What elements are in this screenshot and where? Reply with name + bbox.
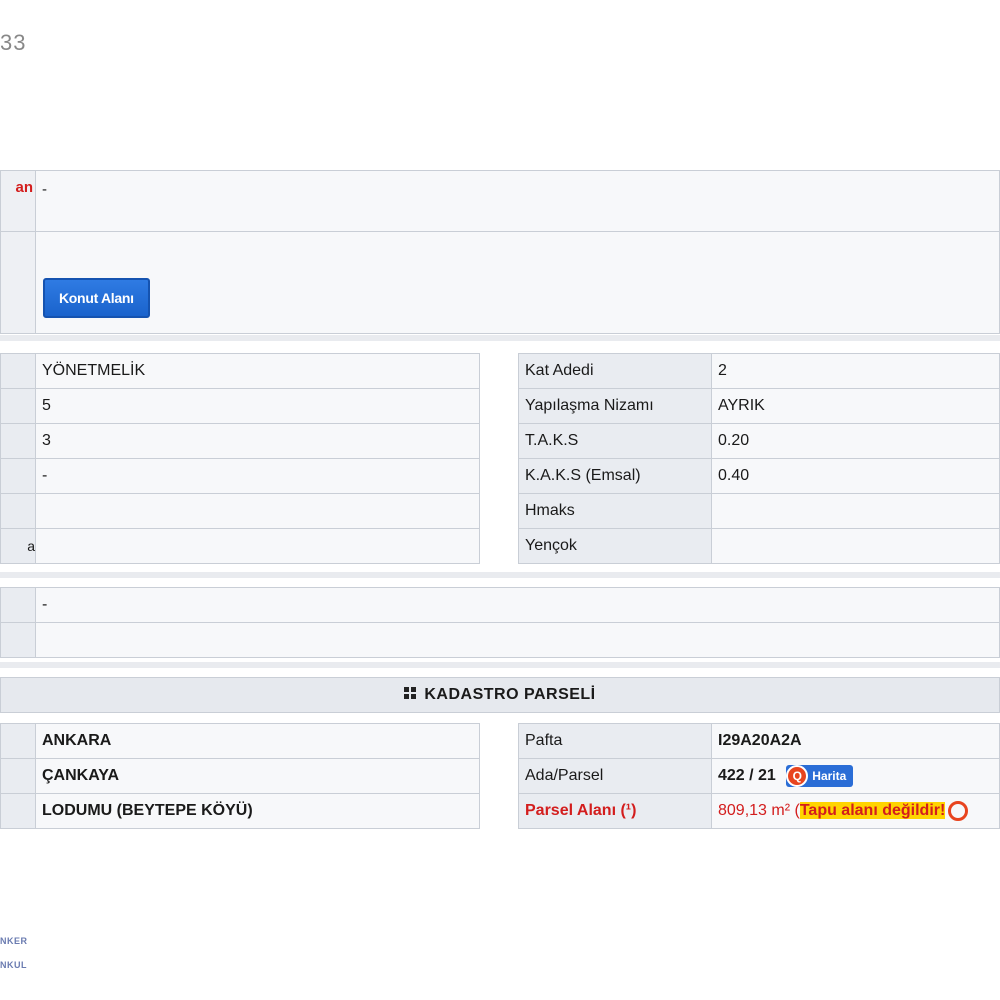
grid-icon: [404, 687, 417, 700]
notes-table: -: [0, 587, 1000, 658]
tapu-warning-badge: Tapu alanı değildir!: [799, 802, 946, 820]
zoning-value: -: [35, 458, 480, 494]
parsel-alani-cell: 809,13 m² (Tapu alanı değildir!: [711, 793, 1000, 829]
kaks-value: 0.40: [711, 458, 1000, 494]
table-row: T.A.K.S 0.20: [518, 423, 1000, 459]
table-row: ÇANKAYA: [0, 758, 480, 794]
zoning-value: [35, 528, 480, 564]
pafta-value: I29A20A2A: [711, 723, 1000, 759]
pafta-label: Pafta: [518, 723, 712, 759]
parsel-alani-value: 809,13 m²: [718, 802, 791, 820]
kaks-label: K.A.K.S (Emsal): [518, 458, 712, 494]
plan-label-partial: an: [15, 179, 33, 196]
konut-alani-button[interactable]: Konut Alanı: [43, 278, 150, 318]
taks-label: T.A.K.S: [518, 423, 712, 459]
table-row: Hmaks: [518, 493, 1000, 529]
zoning-value: [35, 493, 480, 529]
ada-parsel-cell: 422 / 21 Q Harita: [711, 758, 1000, 794]
footer-line-1: NKER: [0, 936, 28, 946]
notes-value: -: [35, 587, 1000, 623]
mahalle-value: LODUMU (BEYTEPE KÖYÜ): [35, 793, 480, 829]
notes-value: [35, 622, 1000, 658]
taks-value: 0.20: [711, 423, 1000, 459]
table-row: 5: [0, 388, 480, 424]
page-number: 33: [0, 30, 27, 55]
zoning-right-table: Kat Adedi 2 Yapılaşma Nizamı AYRIK T.A.K.S…: [518, 353, 1000, 564]
il-value: ANKARA: [35, 723, 480, 759]
yencok-value: [711, 528, 1000, 564]
section-divider: [0, 335, 1000, 341]
footer-line-2: NKUL: [0, 960, 27, 970]
zoning-label-partial: a: [0, 528, 36, 564]
section-divider: [0, 662, 1000, 668]
kadastro-title: KADASTRO PARSELİ: [424, 686, 596, 703]
table-row: [0, 622, 1000, 658]
table-row: -: [0, 458, 480, 494]
kadastro-header: KADASTRO PARSELİ: [0, 677, 1000, 713]
kadastro-left-table: ANKARA ÇANKAYA LODUMU (BEYTEPE KÖYÜ): [0, 723, 480, 829]
plan-value-cell: -: [35, 170, 1000, 232]
table-row: ANKARA: [0, 723, 480, 759]
kadastro-right-table: Pafta I29A20A2A Ada/Parsel 422 / 21 Q Har…: [518, 723, 1000, 829]
table-row: Yençok: [518, 528, 1000, 564]
ada-parsel-label: Ada/Parsel: [518, 758, 712, 794]
zoning-value: 5: [35, 388, 480, 424]
table-row: Kat Adedi 2: [518, 353, 1000, 389]
kat-adedi-label: Kat Adedi: [518, 353, 712, 389]
ada-parsel-value: 422 / 21: [718, 767, 776, 785]
hmaks-value: [711, 493, 1000, 529]
zoning-left-table: YÖNETMELİK 5 3 - a: [0, 353, 480, 564]
harita-button[interactable]: Q Harita: [786, 765, 854, 787]
usage-value-cell: Konut Alanı: [35, 231, 1000, 334]
warning-icon[interactable]: [948, 801, 969, 821]
ilce-value: ÇANKAYA: [35, 758, 480, 794]
usage-label-cell: [0, 231, 36, 334]
yapilasma-nizami-label: Yapılaşma Nizamı: [518, 388, 712, 424]
table-row: a: [0, 528, 480, 564]
kat-adedi-value: 2: [711, 353, 1000, 389]
table-row: YÖNETMELİK: [0, 353, 480, 389]
plan-info-table: an - Konut Alanı: [0, 170, 1000, 334]
parsel-alani-label: Parsel Alanı (¹): [518, 793, 712, 829]
table-row: LODUMU (BEYTEPE KÖYÜ): [0, 793, 480, 829]
table-row: [0, 493, 480, 529]
yapilasma-nizami-value: AYRIK: [711, 388, 1000, 424]
map-pin-icon: Q: [786, 765, 809, 787]
harita-label: Harita: [812, 769, 847, 783]
section-divider: [0, 572, 1000, 578]
table-row: 3: [0, 423, 480, 459]
hmaks-label: Hmaks: [518, 493, 712, 529]
yencok-label: Yençok: [518, 528, 712, 564]
table-row: Yapılaşma Nizamı AYRIK: [518, 388, 1000, 424]
table-row: K.A.K.S (Emsal) 0.40: [518, 458, 1000, 494]
table-row: Ada/Parsel 422 / 21 Q Harita: [518, 758, 1000, 794]
plan-label-cell: an: [0, 170, 36, 232]
zoning-value: YÖNETMELİK: [35, 353, 480, 389]
table-row: Pafta I29A20A2A: [518, 723, 1000, 759]
zoning-value: 3: [35, 423, 480, 459]
table-row: -: [0, 587, 1000, 623]
table-row: Parsel Alanı (¹) 809,13 m² (Tapu alanı d…: [518, 793, 1000, 829]
